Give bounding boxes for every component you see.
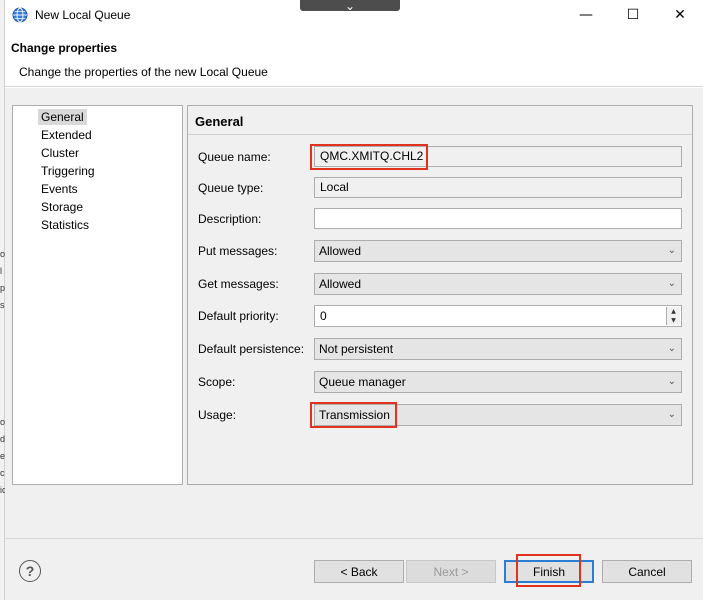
nav-item-triggering[interactable]: Triggering	[38, 163, 98, 179]
cancel-button[interactable]: Cancel	[602, 560, 692, 583]
put-messages-value: Allowed	[319, 244, 362, 258]
chevron-down-icon: ⌄	[667, 278, 676, 289]
back-button[interactable]: < Back	[314, 560, 404, 583]
default-persistence-select[interactable]: Not persistent ⌄	[314, 338, 682, 360]
snap-dropper-handle[interactable]: ⌄	[300, 0, 400, 13]
chevron-down-icon: ⌄	[667, 409, 676, 420]
get-messages-value: Allowed	[319, 277, 362, 291]
usage-label: Usage:	[198, 408, 237, 422]
spin-up-icon[interactable]: ▲	[667, 307, 680, 316]
finish-highlight	[516, 554, 581, 587]
queue-type-label: Queue type:	[198, 181, 264, 195]
default-persistence-label: Default persistence:	[198, 342, 305, 356]
nav-item-cluster[interactable]: Cluster	[38, 145, 82, 161]
scope-value: Queue manager	[319, 375, 406, 389]
maximize-button[interactable]: ☐	[610, 0, 656, 30]
section-divider	[188, 134, 692, 135]
chevron-down-icon: ⌄	[667, 376, 676, 387]
queue-name-highlight	[310, 144, 428, 170]
spin-down-icon[interactable]: ▼	[667, 316, 680, 325]
property-nav-tree: General Extended Cluster Triggering Even…	[12, 105, 183, 485]
usage-highlight	[310, 402, 397, 428]
put-messages-label: Put messages:	[198, 244, 278, 258]
default-persistence-value: Not persistent	[319, 342, 394, 356]
chevron-down-icon: ⌄	[344, 0, 356, 13]
minimize-button[interactable]: —	[563, 0, 609, 30]
page-title: Change properties	[11, 41, 118, 55]
put-messages-select[interactable]: Allowed ⌄	[314, 240, 682, 262]
default-priority-value: 0	[320, 309, 327, 323]
help-icon[interactable]: ?	[19, 560, 41, 582]
window-title: New Local Queue	[35, 8, 131, 22]
close-button[interactable]: ✕	[657, 0, 703, 30]
page-description: Change the properties of the new Local Q…	[19, 65, 268, 79]
nav-item-general[interactable]: General	[38, 109, 87, 125]
get-messages-select[interactable]: Allowed ⌄	[314, 273, 682, 295]
nav-item-storage[interactable]: Storage	[38, 199, 86, 215]
nav-item-events[interactable]: Events	[38, 181, 81, 197]
scope-select[interactable]: Queue manager ⌄	[314, 371, 682, 393]
description-input[interactable]	[314, 208, 682, 229]
nav-item-statistics[interactable]: Statistics	[38, 217, 92, 233]
default-priority-label: Default priority:	[198, 309, 279, 323]
section-title: General	[195, 114, 244, 129]
queue-type-field: Local	[314, 177, 682, 198]
get-messages-label: Get messages:	[198, 277, 279, 291]
queue-name-label: Queue name:	[198, 150, 271, 164]
description-label: Description:	[198, 212, 262, 226]
chevron-down-icon: ⌄	[667, 245, 676, 256]
scope-label: Scope:	[198, 375, 236, 389]
nav-item-extended[interactable]: Extended	[38, 127, 95, 143]
default-priority-spinner[interactable]: 0 ▲ ▼	[314, 305, 682, 327]
globe-icon	[12, 7, 28, 23]
spinner-buttons: ▲ ▼	[666, 307, 680, 325]
chevron-down-icon: ⌄	[667, 343, 676, 354]
next-button: Next >	[406, 560, 496, 583]
